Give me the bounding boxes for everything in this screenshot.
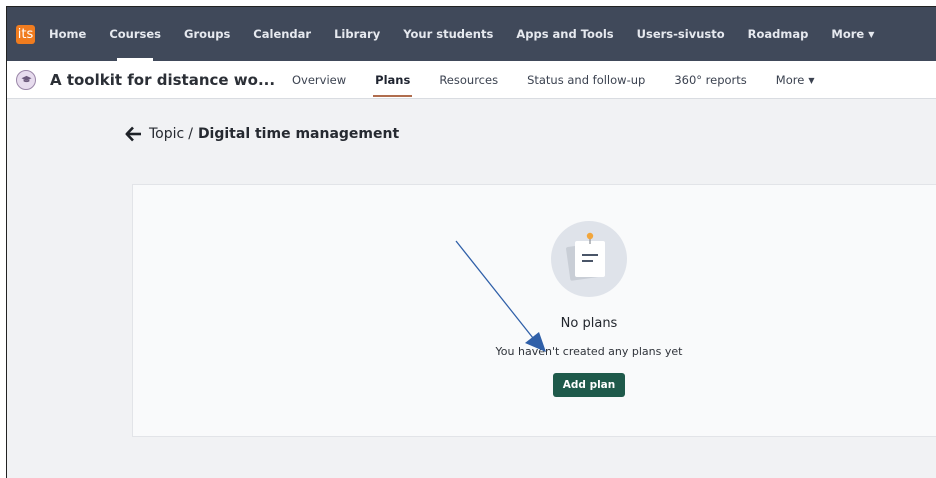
nav-more-menu[interactable]: More ▼ (831, 27, 874, 41)
nav-calendar[interactable]: Calendar (253, 27, 311, 41)
nav-courses[interactable]: Courses (109, 27, 161, 61)
nav-more-label: More (831, 27, 865, 41)
empty-state-title: No plans (560, 316, 618, 331)
top-navigation: its Home Courses Groups Calendar Library… (7, 7, 936, 61)
breadcrumb: Topic / Digital time management (125, 126, 399, 142)
pinned-note-icon (566, 232, 605, 281)
tab-plans[interactable]: Plans (373, 73, 413, 97)
nav-your-students[interactable]: Your students (403, 27, 493, 41)
course-title[interactable]: A toolkit for distance wo... (50, 71, 290, 89)
nav-apps-and-tools[interactable]: Apps and Tools (516, 27, 613, 41)
back-arrow-icon[interactable] (125, 126, 143, 142)
app-window: its Home Courses Groups Calendar Library… (6, 6, 936, 478)
nav-groups[interactable]: Groups (184, 27, 230, 41)
nav-library[interactable]: Library (334, 27, 380, 41)
nav-users-sivusto[interactable]: Users-sivusto (637, 27, 725, 41)
tab-360-reports[interactable]: 360° reports (674, 73, 746, 87)
empty-state-card: No plans You haven't created any plans y… (132, 184, 936, 437)
tab-status-and-follow-up[interactable]: Status and follow-up (527, 73, 645, 87)
main-content: Topic / Digital time management No plans… (7, 99, 936, 478)
tab-more-menu[interactable]: More ▼ (776, 73, 815, 87)
tab-more-label: More (775, 72, 805, 87)
its-logo[interactable]: its (16, 24, 35, 44)
breadcrumb-current: Digital time management (197, 126, 400, 142)
nav-home[interactable]: Home (49, 27, 86, 41)
add-plan-button[interactable]: Add plan (553, 373, 625, 397)
empty-plans-illustration (551, 221, 627, 297)
course-tabs: Overview Plans Resources Status and foll… (292, 73, 843, 97)
nav-roadmap[interactable]: Roadmap (748, 27, 809, 41)
course-bar: A toolkit for distance wo... Overview Pl… (7, 61, 936, 99)
chevron-down-icon: ▼ (808, 75, 815, 85)
breadcrumb-separator: / (188, 126, 193, 142)
chevron-down-icon: ▼ (868, 30, 875, 39)
graduation-cap-icon (20, 75, 32, 83)
tab-resources[interactable]: Resources (439, 73, 498, 87)
breadcrumb-topic[interactable]: Topic (149, 126, 184, 142)
course-avatar[interactable] (16, 69, 36, 90)
empty-state-text: You haven't created any plans yet (495, 345, 683, 358)
tab-overview[interactable]: Overview (292, 73, 346, 87)
